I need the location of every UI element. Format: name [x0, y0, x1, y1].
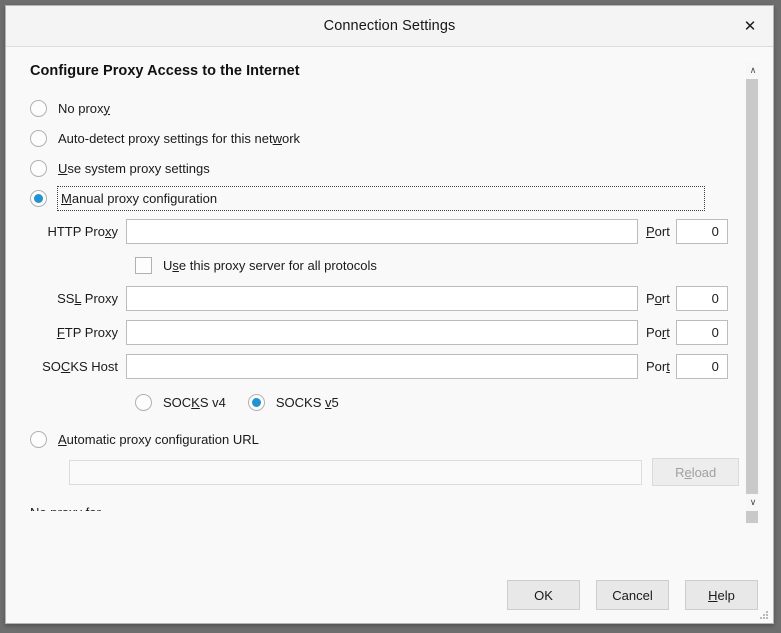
proxy-mode-pac[interactable]: Automatic proxy configuration URL: [30, 424, 739, 454]
resize-grip-icon[interactable]: [759, 610, 769, 620]
settings-scroll-pane: Configure Proxy Access to the Internet N…: [6, 47, 739, 511]
proxy-mode-manual-label: Manual proxy configuration: [61, 190, 218, 206]
radio-socks-v5[interactable]: [247, 393, 265, 411]
close-icon[interactable]: ✕: [727, 6, 773, 46]
proxy-mode-system[interactable]: Use system proxy settings: [30, 153, 739, 183]
radio-no-proxy[interactable]: [30, 99, 47, 117]
checkbox-use-proxy-for-all[interactable]: [135, 256, 152, 274]
ftp-port-input[interactable]: [675, 319, 728, 345]
ftp-proxy-row: FTP Proxy Port: [30, 316, 739, 348]
ssl-proxy-row: SSL Proxy Port: [30, 282, 739, 314]
titlebar: Connection Settings ✕: [6, 6, 773, 47]
http-port-input[interactable]: [675, 218, 728, 244]
pac-radio-label: Automatic proxy configuration URL: [58, 431, 259, 447]
reload-button[interactable]: Reload: [652, 458, 739, 486]
proxy-mode-auto-detect[interactable]: Auto-detect proxy settings for this netw…: [30, 123, 739, 153]
http-port-label: Port: [646, 223, 670, 239]
proxy-mode-system-label: Use system proxy settings: [58, 160, 210, 176]
manual-proxy-focus-ring: Manual proxy configuration: [57, 185, 705, 211]
dialog-footer: OK Cancel Help: [6, 567, 773, 623]
pac-url-row: Reload: [30, 456, 739, 488]
ftp-proxy-label: FTP Proxy: [56, 324, 118, 340]
ok-button[interactable]: OK: [507, 580, 580, 610]
socks-host-row: SOCKS Host Port: [30, 350, 739, 382]
ftp-port-label: Port: [646, 324, 670, 340]
socks-port-input[interactable]: [675, 353, 728, 379]
socks-version-row: SOCKS v4 SOCKS v5: [30, 387, 739, 417]
no-proxy-for-label: No proxy for: [30, 505, 739, 511]
help-button[interactable]: Help: [685, 580, 758, 610]
socks-v4-label: SOCKS v4: [163, 394, 226, 410]
ssl-proxy-input[interactable]: [126, 285, 638, 311]
socks-v5-label: SOCKS v5: [275, 394, 339, 410]
ssl-proxy-label: SSL Proxy: [57, 290, 118, 306]
radio-automatic-proxy-config[interactable]: [30, 430, 47, 448]
proxy-mode-no-proxy-label: No proxy: [58, 100, 111, 116]
cancel-button[interactable]: Cancel: [596, 580, 669, 610]
ssl-port-input[interactable]: [675, 285, 728, 311]
proxy-mode-manual[interactable]: Manual proxy configuration: [30, 183, 739, 213]
http-proxy-label: HTTP Proxy: [47, 223, 118, 239]
dialog-title: Connection Settings: [323, 18, 456, 34]
proxy-mode-auto-detect-label: Auto-detect proxy settings for this netw…: [58, 130, 301, 146]
settings-content: Configure Proxy Access to the Internet N…: [6, 47, 739, 511]
page-title: Configure Proxy Access to the Internet: [30, 63, 300, 79]
ssl-port-label: Port: [646, 290, 670, 306]
scrollbar-thumb[interactable]: [746, 79, 758, 523]
share-proxy-row[interactable]: Use this proxy server for all protocols: [30, 250, 739, 280]
radio-manual-proxy[interactable]: [30, 189, 47, 207]
radio-use-system-proxy[interactable]: [30, 159, 47, 177]
scrollbar-track[interactable]: [746, 79, 760, 523]
pac-url-input[interactable]: [69, 459, 643, 485]
ftp-proxy-input[interactable]: [126, 319, 638, 345]
connection-settings-dialog: Connection Settings ✕ Configure Proxy Ac…: [5, 5, 774, 624]
share-proxy-label: Use this proxy server for all protocols: [163, 257, 377, 273]
proxy-mode-no-proxy[interactable]: No proxy: [30, 93, 739, 123]
radio-socks-v4[interactable]: [135, 393, 152, 411]
vertical-scrollbar[interactable]: ∧ ∨: [746, 62, 760, 523]
http-proxy-input[interactable]: [126, 218, 638, 244]
socks-host-label: SOCKS Host: [42, 358, 118, 374]
scroll-up-icon[interactable]: ∧: [746, 62, 760, 79]
socks-port-label: Port: [646, 358, 670, 374]
radio-auto-detect[interactable]: [30, 129, 47, 147]
scroll-down-icon[interactable]: ∨: [746, 494, 760, 511]
socks-host-input[interactable]: [126, 353, 638, 379]
http-proxy-row: HTTP Proxy Port: [30, 215, 739, 247]
dialog-body: Configure Proxy Access to the Internet N…: [6, 47, 773, 567]
